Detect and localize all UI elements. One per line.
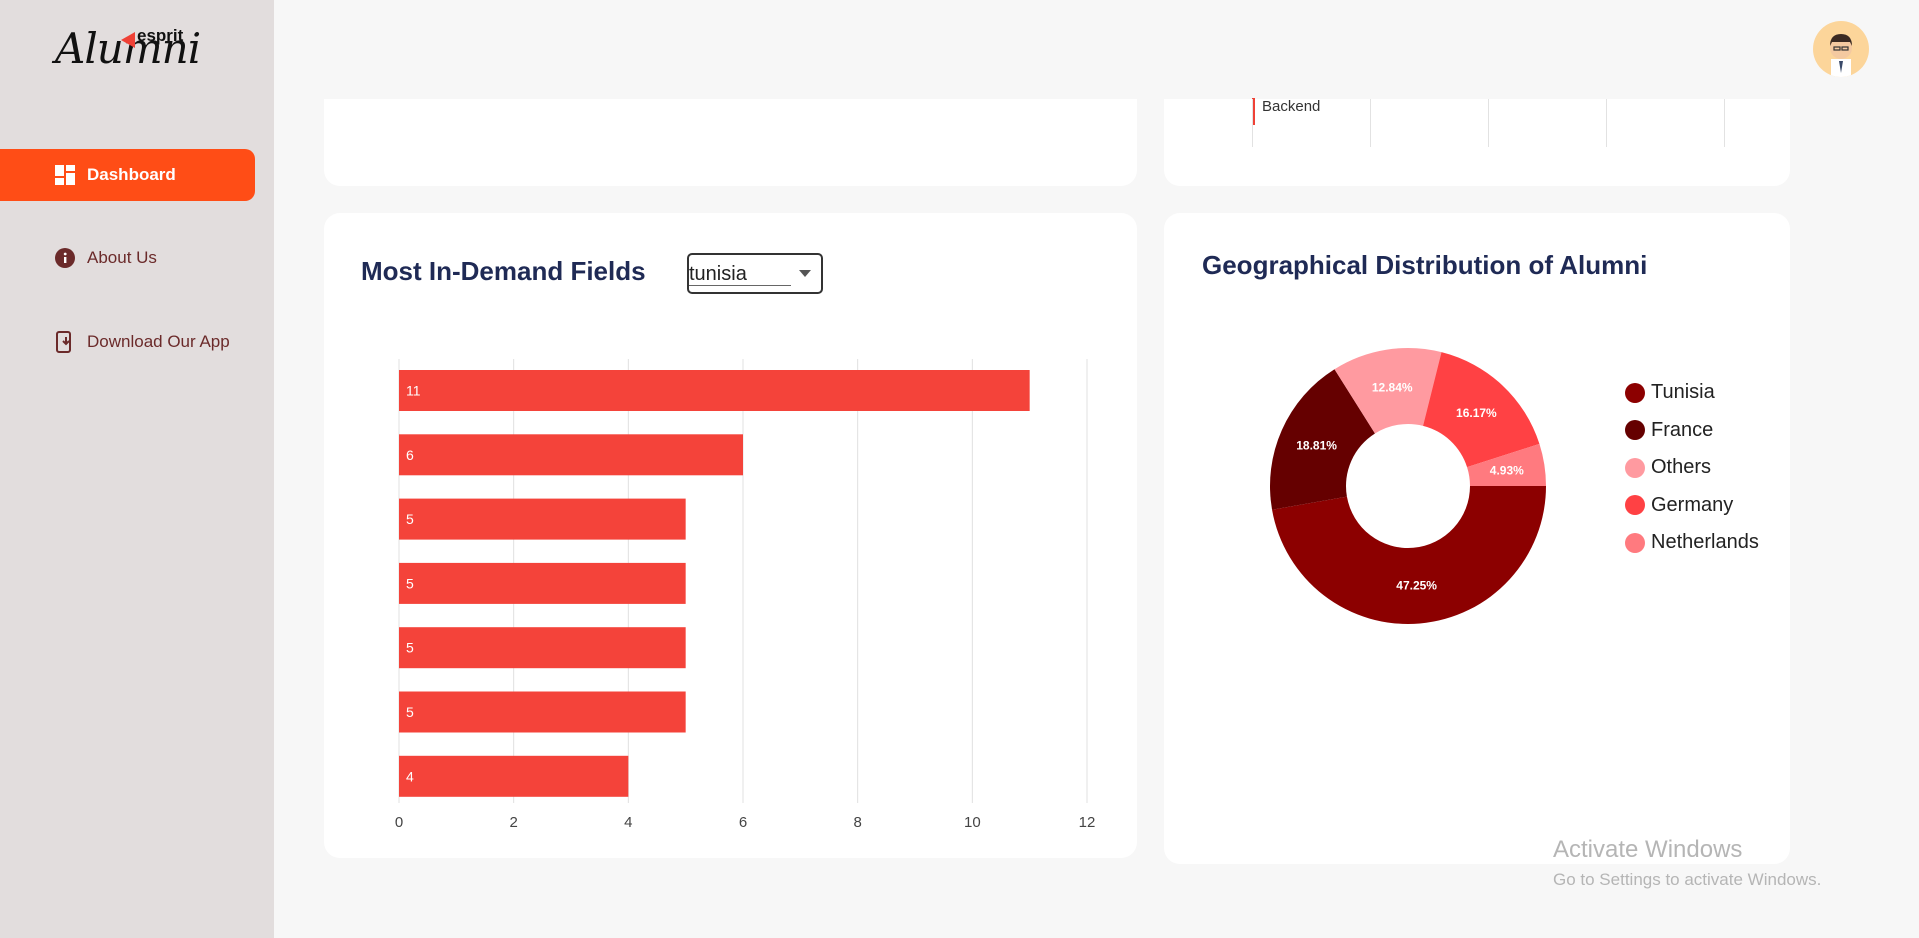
legend-item[interactable]: France — [1625, 419, 1713, 442]
legend-item[interactable]: Tunisia — [1625, 381, 1715, 404]
windows-watermark-subtitle: Go to Settings to activate Windows. — [1553, 870, 1822, 889]
legend-item[interactable]: Others — [1625, 456, 1711, 479]
donut-slice — [1272, 486, 1546, 625]
donut-slice-label: 12.84% — [1372, 380, 1413, 394]
donut-slice-label: 18.81% — [1296, 438, 1337, 452]
legend-swatch — [1625, 382, 1645, 403]
donut-slice-label: 4.93% — [1490, 464, 1524, 478]
legend-item[interactable]: Germany — [1625, 494, 1733, 517]
legend-swatch — [1625, 532, 1645, 553]
legend-swatch — [1625, 457, 1645, 478]
legend-label: Germany — [1651, 493, 1734, 516]
legend-label: Tunisia — [1651, 381, 1715, 403]
legend-label: France — [1651, 418, 1714, 441]
legend-swatch — [1625, 420, 1645, 440]
legend-item[interactable]: Netherlands — [1625, 531, 1759, 554]
windows-watermark-title: Activate Windows — [1553, 836, 1743, 863]
legend-label: Others — [1651, 456, 1712, 478]
donut-slice-label: 47.25% — [1396, 579, 1437, 593]
legend-swatch — [1625, 495, 1645, 515]
donut-slice-label: 16.17% — [1456, 406, 1497, 420]
legend-label: Netherlands — [1651, 531, 1759, 553]
